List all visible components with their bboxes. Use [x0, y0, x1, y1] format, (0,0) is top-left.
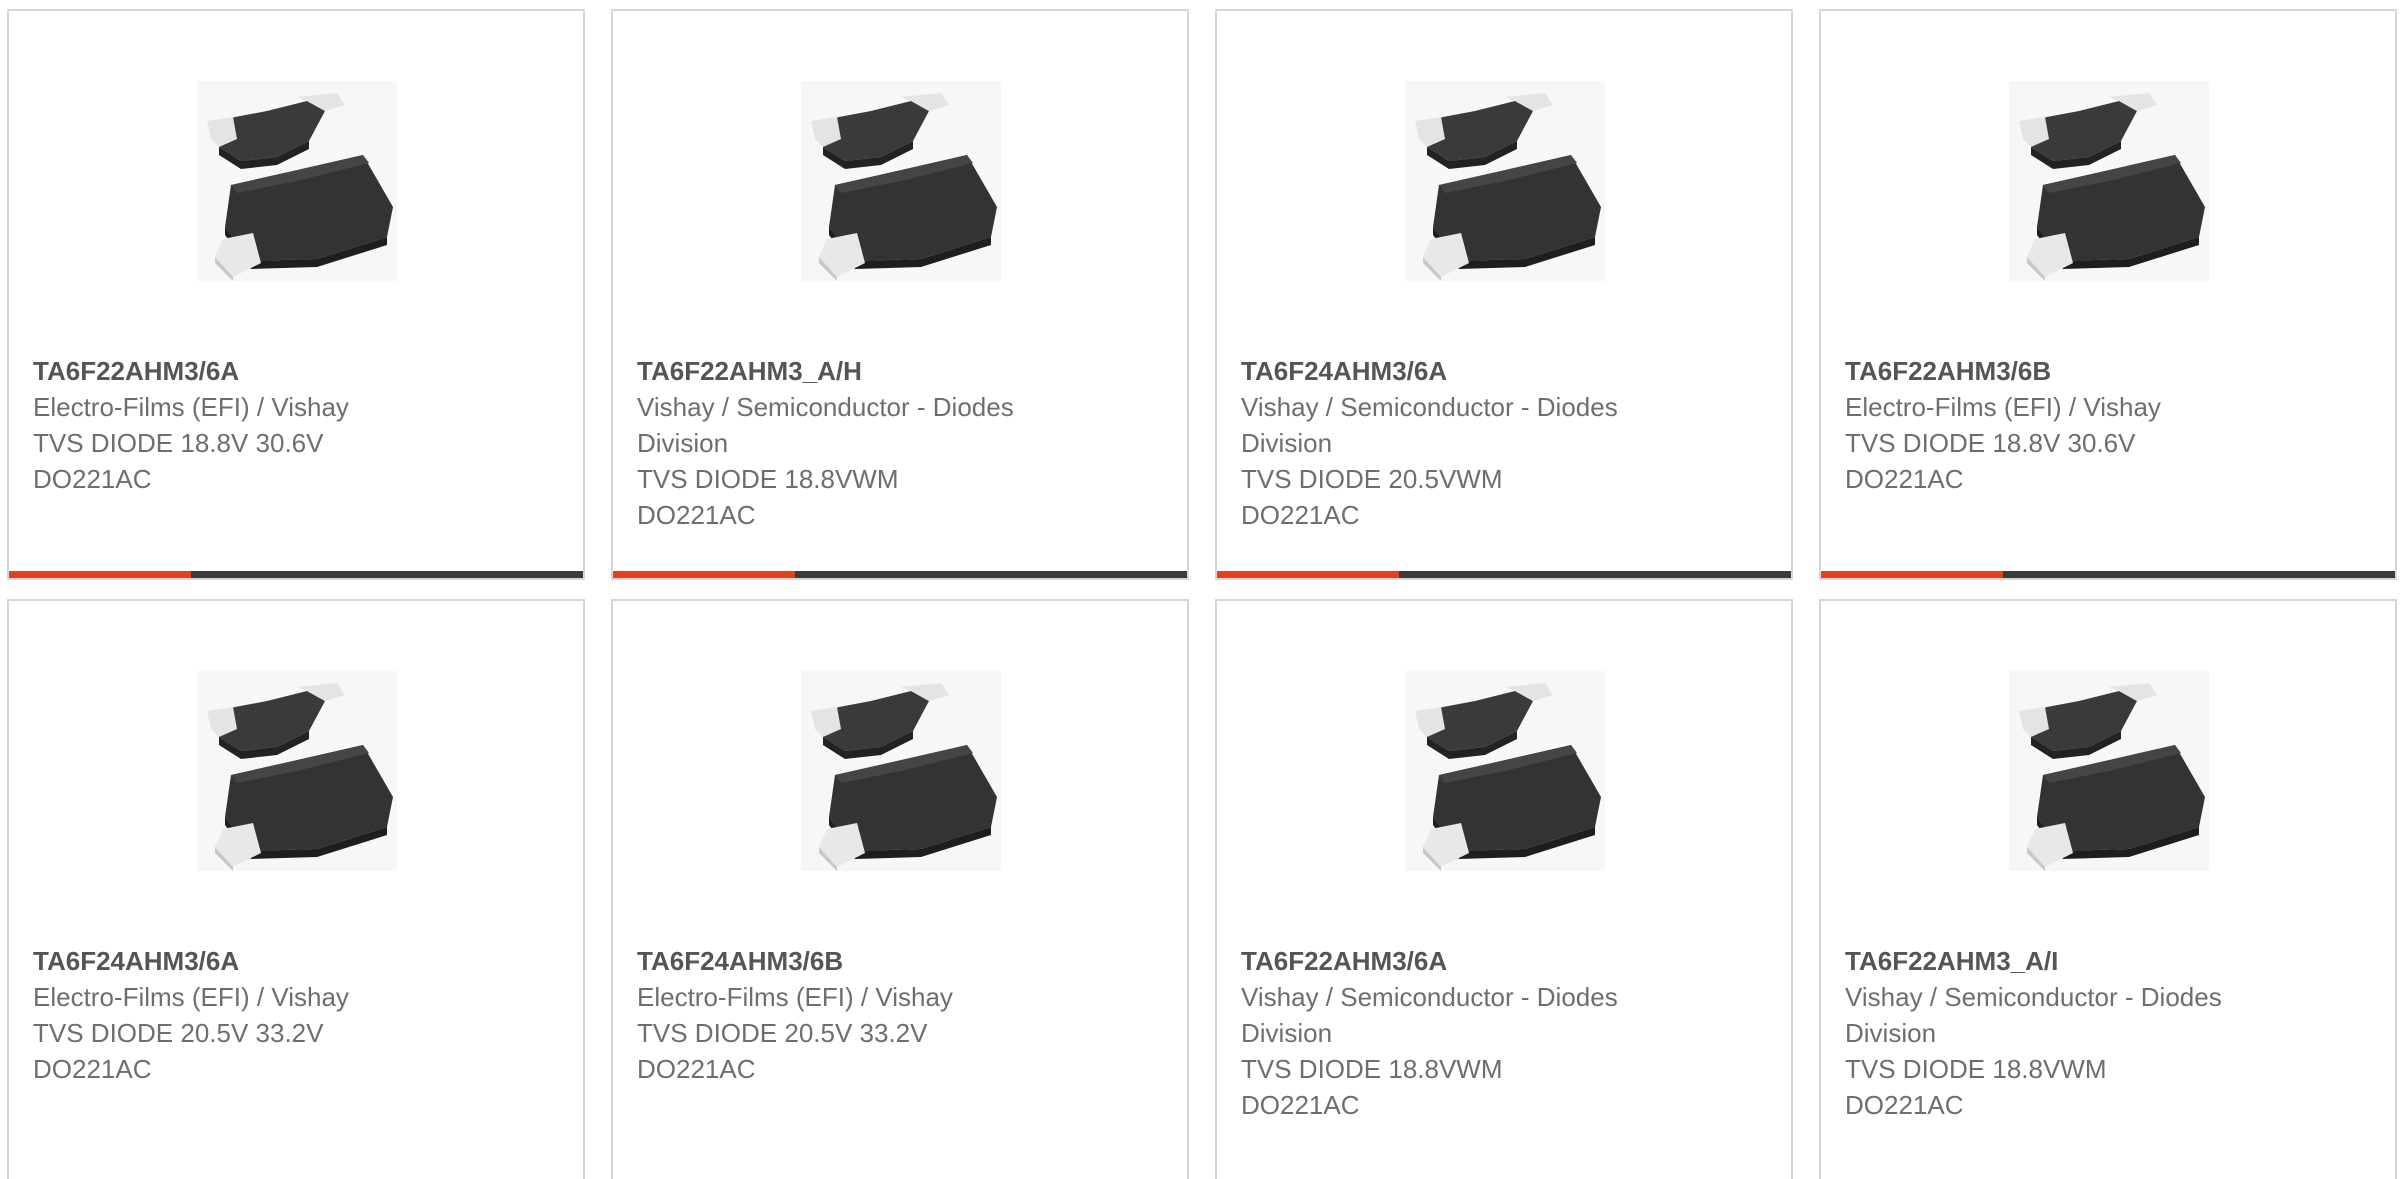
- diode-package-icon: [1405, 81, 1605, 281]
- product-card[interactable]: TA6F22AHM3/6A Vishay / Semiconductor - D…: [1215, 599, 1793, 1179]
- product-info: TA6F22AHM3/6A Electro-Films (EFI) / Vish…: [33, 353, 559, 497]
- diode-package-icon: [2009, 81, 2209, 281]
- manufacturer: Electro-Films (EFI) / Vishay: [1845, 392, 2161, 422]
- card-bottom-bar: [1217, 571, 1791, 578]
- product-info: TA6F22AHM3/6A Vishay / Semiconductor - D…: [1241, 943, 1767, 1123]
- card-accent-bar: [1217, 571, 1399, 578]
- product-info: TA6F24AHM3/6A Electro-Films (EFI) / Vish…: [33, 943, 559, 1087]
- description: TVS DIODE 20.5V 33.2V DO221AC: [33, 1018, 324, 1084]
- card-bottom-bar: [1821, 571, 2395, 578]
- product-info: TA6F24AHM3/6B Electro-Films (EFI) / Vish…: [637, 943, 1163, 1087]
- card-bottom-bar: [613, 571, 1187, 578]
- part-number[interactable]: TA6F24AHM3/6A: [33, 943, 559, 979]
- manufacturer: Vishay / Semiconductor - Diodes Division: [1241, 982, 1618, 1048]
- diode-package-icon: [801, 671, 1001, 871]
- card-accent-bar: [1821, 571, 2003, 578]
- manufacturer: Electro-Films (EFI) / Vishay: [637, 982, 953, 1012]
- description: TVS DIODE 20.5V 33.2V DO221AC: [637, 1018, 928, 1084]
- description: TVS DIODE 18.8VWM DO221AC: [637, 464, 899, 530]
- product-info: TA6F24AHM3/6A Vishay / Semiconductor - D…: [1241, 353, 1767, 533]
- description: TVS DIODE 18.8V 30.6V DO221AC: [33, 428, 324, 494]
- part-number[interactable]: TA6F22AHM3_A/H: [637, 353, 1163, 389]
- card-accent-bar: [613, 571, 795, 578]
- part-number[interactable]: TA6F24AHM3/6A: [1241, 353, 1767, 389]
- product-info: TA6F22AHM3_A/H Vishay / Semiconductor - …: [637, 353, 1163, 533]
- part-number[interactable]: TA6F24AHM3/6B: [637, 943, 1163, 979]
- diode-package-icon: [1405, 671, 1605, 871]
- product-info: TA6F22AHM3/6B Electro-Films (EFI) / Vish…: [1845, 353, 2371, 497]
- card-accent-bar: [9, 571, 191, 578]
- product-card[interactable]: TA6F22AHM3/6B Electro-Films (EFI) / Vish…: [1819, 9, 2397, 580]
- product-card[interactable]: TA6F22AHM3_A/H Vishay / Semiconductor - …: [611, 9, 1189, 580]
- card-bottom-bar: [9, 571, 583, 578]
- product-card[interactable]: TA6F24AHM3/6B Electro-Films (EFI) / Vish…: [611, 599, 1189, 1179]
- manufacturer: Vishay / Semiconductor - Diodes Division: [637, 392, 1014, 458]
- part-number[interactable]: TA6F22AHM3/6A: [1241, 943, 1767, 979]
- diode-package-icon: [197, 671, 397, 871]
- manufacturer: Vishay / Semiconductor - Diodes Division: [1845, 982, 2222, 1048]
- product-grid: TA6F22AHM3/6A Electro-Films (EFI) / Vish…: [0, 0, 2400, 1179]
- manufacturer: Electro-Films (EFI) / Vishay: [33, 392, 349, 422]
- description: TVS DIODE 18.8V 30.6V DO221AC: [1845, 428, 2136, 494]
- part-number[interactable]: TA6F22AHM3/6B: [1845, 353, 2371, 389]
- part-number[interactable]: TA6F22AHM3_A/I: [1845, 943, 2371, 979]
- manufacturer: Electro-Films (EFI) / Vishay: [33, 982, 349, 1012]
- diode-package-icon: [2009, 671, 2209, 871]
- description: TVS DIODE 18.8VWM DO221AC: [1241, 1054, 1503, 1120]
- diode-package-icon: [801, 81, 1001, 281]
- product-card[interactable]: TA6F22AHM3/6A Electro-Films (EFI) / Vish…: [7, 9, 585, 580]
- description: TVS DIODE 18.8VWM DO221AC: [1845, 1054, 2107, 1120]
- product-card[interactable]: TA6F24AHM3/6A Vishay / Semiconductor - D…: [1215, 9, 1793, 580]
- product-info: TA6F22AHM3_A/I Vishay / Semiconductor - …: [1845, 943, 2371, 1123]
- product-card[interactable]: TA6F22AHM3_A/I Vishay / Semiconductor - …: [1819, 599, 2397, 1179]
- description: TVS DIODE 20.5VWM DO221AC: [1241, 464, 1503, 530]
- part-number[interactable]: TA6F22AHM3/6A: [33, 353, 559, 389]
- product-card[interactable]: TA6F24AHM3/6A Electro-Films (EFI) / Vish…: [7, 599, 585, 1179]
- manufacturer: Vishay / Semiconductor - Diodes Division: [1241, 392, 1618, 458]
- diode-package-icon: [197, 81, 397, 281]
